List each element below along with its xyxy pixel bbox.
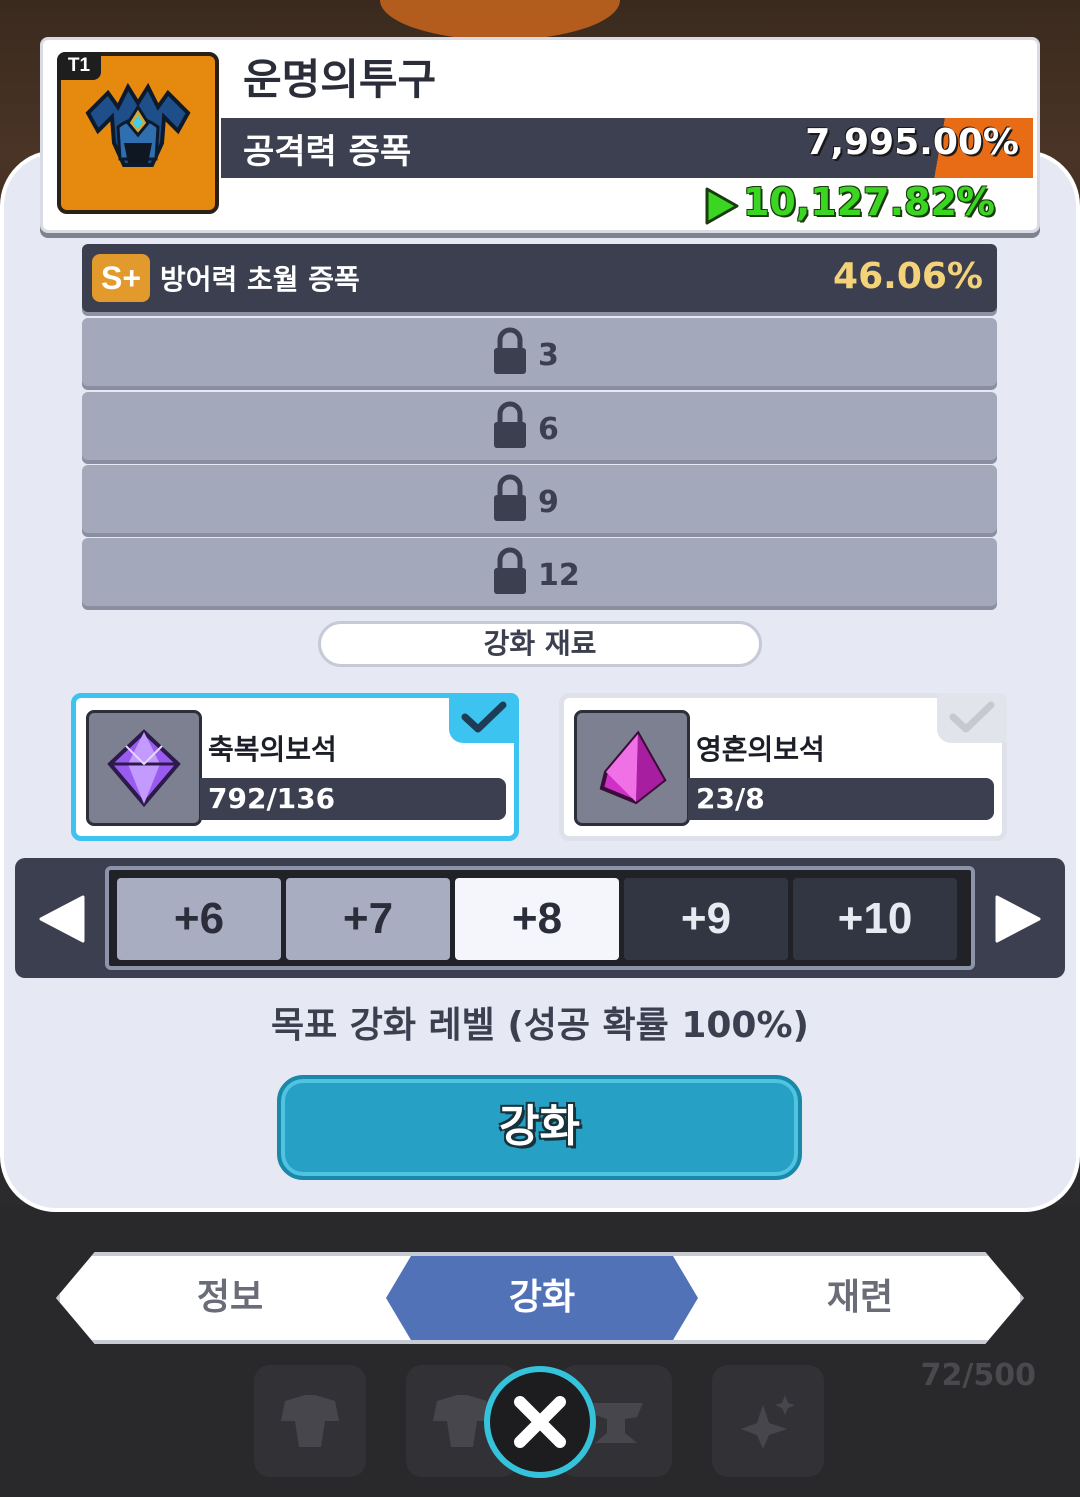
level-option[interactable]: +7: [286, 878, 450, 960]
main-stat-label: 공격력 증폭: [243, 132, 412, 172]
level-selector: +6 +7 +8 +9 +10: [15, 858, 1065, 978]
material-icon: [574, 710, 690, 826]
level-option-selected[interactable]: +8: [455, 878, 619, 960]
material-count-bar: 23/8: [688, 778, 994, 820]
tab-info[interactable]: 정보: [120, 1256, 340, 1340]
material-card-blessing[interactable]: 축복의보석 792/136: [71, 693, 519, 841]
lock-icon: [494, 547, 526, 594]
close-button[interactable]: [484, 1366, 596, 1478]
option-value: 46.06%: [833, 256, 983, 297]
lock-icon: [494, 401, 526, 448]
lock-icon: [494, 327, 526, 374]
option-row-locked: 12: [82, 538, 997, 606]
checkmark-icon: [949, 701, 995, 733]
enhance-button[interactable]: 강화: [277, 1075, 802, 1180]
sparkle-slot[interactable]: [712, 1365, 824, 1477]
lock-icon: [494, 474, 526, 521]
play-arrow-icon: [705, 187, 739, 225]
level-option[interactable]: +10: [793, 878, 957, 960]
level-option[interactable]: +9: [624, 878, 788, 960]
material-count: 792/136: [208, 782, 336, 815]
tab-bar: 정보 강화 재련: [56, 1252, 1024, 1344]
material-name: 축복의보석: [208, 733, 337, 766]
material-count-bar: 792/136: [200, 778, 506, 820]
material-count: 23/8: [696, 782, 765, 815]
close-icon: [514, 1396, 566, 1448]
option-row-locked: 3: [82, 318, 997, 386]
material-select-checkbox[interactable]: [449, 693, 519, 743]
armor-slot[interactable]: [254, 1365, 366, 1477]
target-level-text: 목표 강화 레벨 (성공 확률 100%): [271, 1005, 809, 1046]
material-select-checkbox[interactable]: [937, 693, 1007, 743]
option-row-locked: 6: [82, 392, 997, 460]
inventory-count: 72/500: [920, 1358, 1036, 1393]
unlock-level: 3: [538, 337, 559, 373]
main-stat-next: 10,127.82%: [742, 180, 995, 224]
armor-icon: [281, 1395, 339, 1447]
tab-refine[interactable]: 재련: [750, 1256, 970, 1340]
main-stat-current: 7,995.00%: [805, 122, 1019, 163]
unlock-level: 12: [538, 557, 580, 593]
purple-gem-icon: [107, 729, 181, 808]
material-card-soul[interactable]: 영혼의보석 23/8: [559, 693, 1007, 841]
material-name: 영혼의보석: [696, 733, 825, 766]
item-header-card: T1 운명의투구 공격력 증폭 7,995.00% 10,127.82%: [40, 37, 1040, 233]
grade-badge: S+: [92, 254, 150, 302]
unlock-level: 9: [538, 484, 559, 520]
level-track: +6 +7 +8 +9 +10: [105, 866, 975, 970]
tier-badge: T1: [57, 52, 101, 80]
checkmark-icon: [461, 701, 507, 733]
option-name: 방어력 초월 증폭: [160, 263, 360, 296]
unlock-level: 6: [538, 411, 559, 447]
helmet-icon: [85, 82, 191, 167]
arrow-right-icon[interactable]: [993, 893, 1043, 945]
arrow-left-icon[interactable]: [37, 893, 87, 945]
item-name: 운명의투구: [243, 55, 437, 104]
option-row-locked: 9: [82, 465, 997, 533]
material-icon: [86, 710, 202, 826]
sparkle-icon: [741, 1395, 795, 1449]
main-stat-bar: 공격력 증폭 7,995.00%: [221, 118, 1033, 178]
tab-enhance[interactable]: 강화: [386, 1256, 698, 1340]
option-row-main: S+ 방어력 초월 증폭 46.06%: [82, 244, 997, 312]
level-option[interactable]: +6: [117, 878, 281, 960]
pink-gem-icon: [599, 730, 667, 805]
materials-title: 강화 재료: [318, 621, 762, 667]
